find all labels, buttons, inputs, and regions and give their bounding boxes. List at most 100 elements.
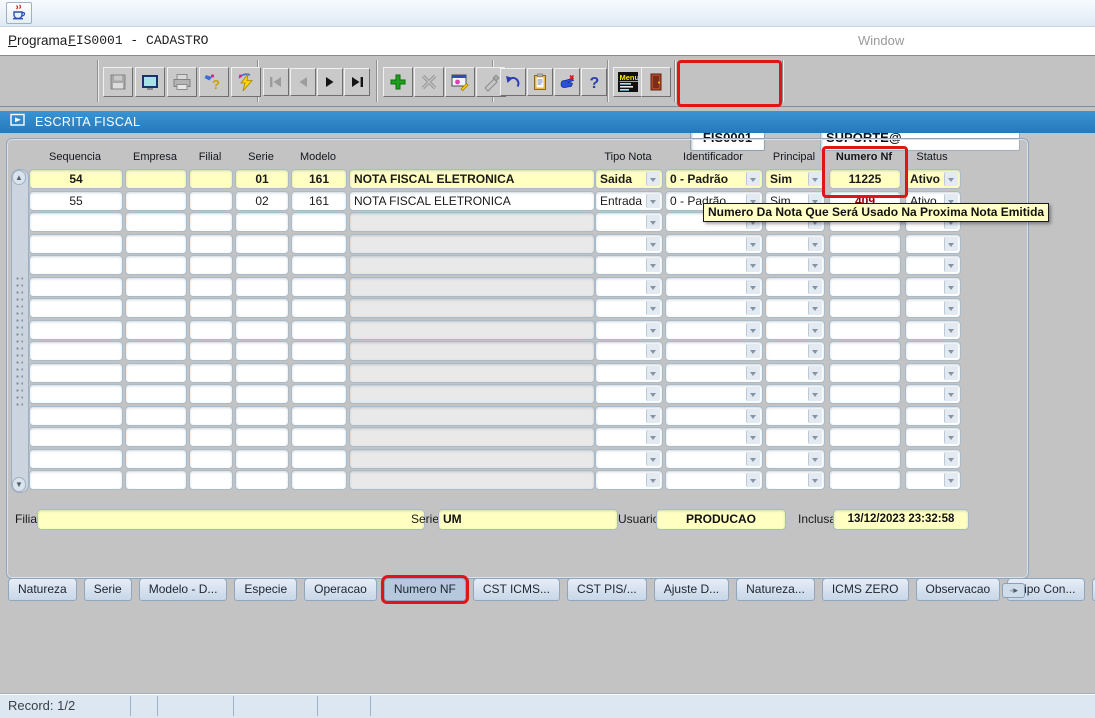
cell-empresa[interactable]	[125, 212, 187, 232]
cell-modelo[interactable]	[291, 212, 347, 232]
cell-identificador[interactable]	[665, 363, 763, 383]
cell-identificador[interactable]	[665, 384, 763, 404]
cell-principal[interactable]	[765, 363, 825, 383]
cell-tipo-nota[interactable]: Entrada	[595, 191, 663, 211]
cell-principal[interactable]	[765, 277, 825, 297]
scroll-up-button[interactable]: ▲	[12, 170, 26, 185]
java-icon-button[interactable]	[6, 2, 32, 24]
cell-principal[interactable]	[765, 384, 825, 404]
cell-descricao[interactable]	[349, 212, 595, 232]
cell-identificador[interactable]	[665, 341, 763, 361]
cell-serie[interactable]	[235, 320, 289, 340]
cell-modelo[interactable]: 161	[291, 191, 347, 211]
insert-record-button[interactable]	[383, 67, 413, 97]
cell-descricao[interactable]	[349, 470, 595, 490]
tab-icms-zero[interactable]: ICMS ZERO	[822, 578, 909, 601]
cell-serie[interactable]	[235, 212, 289, 232]
cell-identificador[interactable]	[665, 470, 763, 490]
cell-sequencia[interactable]	[29, 384, 123, 404]
cell-principal[interactable]	[765, 320, 825, 340]
cell-status[interactable]	[905, 277, 961, 297]
cell-filial[interactable]	[189, 320, 233, 340]
cell-status[interactable]	[905, 449, 961, 469]
cell-tipo-nota[interactable]	[595, 320, 663, 340]
tab-natureza[interactable]: Natureza	[8, 578, 77, 601]
cell-empresa[interactable]	[125, 363, 187, 383]
exit-button[interactable]	[641, 67, 671, 97]
cell-tipo-nota[interactable]	[595, 341, 663, 361]
cell-empresa[interactable]	[125, 277, 187, 297]
cell-descricao[interactable]	[349, 406, 595, 426]
cell-numero-nf[interactable]	[829, 427, 901, 447]
cell-filial[interactable]	[189, 255, 233, 275]
cell-numero-nf[interactable]	[829, 277, 901, 297]
cell-tipo-nota[interactable]	[595, 449, 663, 469]
cell-descricao[interactable]	[349, 320, 595, 340]
cell-tipo-nota[interactable]	[595, 470, 663, 490]
cell-descricao[interactable]	[349, 255, 595, 275]
cell-status[interactable]	[905, 363, 961, 383]
delete-record-button[interactable]	[414, 67, 444, 97]
usuario-field[interactable]: PRODUCAO	[656, 509, 786, 530]
cell-tipo-nota[interactable]	[595, 384, 663, 404]
cell-modelo[interactable]	[291, 427, 347, 447]
cell-numero-nf[interactable]	[829, 470, 901, 490]
cell-status[interactable]	[905, 320, 961, 340]
cell-empresa[interactable]	[125, 449, 187, 469]
cell-modelo[interactable]	[291, 406, 347, 426]
cell-filial[interactable]	[189, 212, 233, 232]
filial-field[interactable]	[37, 509, 425, 530]
cell-descricao[interactable]	[349, 341, 595, 361]
cell-descricao[interactable]	[349, 234, 595, 254]
cell-sequencia[interactable]: 55	[29, 191, 123, 211]
cell-descricao[interactable]	[349, 298, 595, 318]
cell-sequencia[interactable]	[29, 212, 123, 232]
cell-serie[interactable]	[235, 427, 289, 447]
cell-filial[interactable]	[189, 470, 233, 490]
cell-sequencia[interactable]	[29, 320, 123, 340]
cell-modelo[interactable]	[291, 341, 347, 361]
cell-principal[interactable]	[765, 234, 825, 254]
cell-sequencia[interactable]	[29, 234, 123, 254]
cell-sequencia[interactable]	[29, 363, 123, 383]
cell-numero-nf[interactable]	[829, 341, 901, 361]
cell-identificador[interactable]	[665, 277, 763, 297]
cell-descricao[interactable]: NOTA FISCAL ELETRONICA	[349, 169, 595, 189]
cell-tipo-nota[interactable]	[595, 363, 663, 383]
cell-numero-nf[interactable]	[829, 406, 901, 426]
cell-modelo[interactable]	[291, 234, 347, 254]
clipboard-button[interactable]	[527, 68, 553, 96]
cell-empresa[interactable]	[125, 191, 187, 211]
cell-status[interactable]	[905, 384, 961, 404]
menu-button[interactable]: Menu	[613, 67, 643, 97]
cell-modelo[interactable]	[291, 320, 347, 340]
cell-sequencia[interactable]: 54	[29, 169, 123, 189]
cell-filial[interactable]	[189, 277, 233, 297]
cell-serie[interactable]	[235, 470, 289, 490]
tab-modelo-d[interactable]: Modelo - D...	[139, 578, 228, 601]
cell-filial[interactable]	[189, 384, 233, 404]
cell-sequencia[interactable]	[29, 470, 123, 490]
cell-status[interactable]: Ativo	[905, 169, 961, 189]
cell-modelo[interactable]	[291, 470, 347, 490]
cell-identificador[interactable]	[665, 449, 763, 469]
cell-filial[interactable]	[189, 298, 233, 318]
cell-numero-nf[interactable]	[829, 363, 901, 383]
cell-modelo[interactable]	[291, 255, 347, 275]
cell-descricao[interactable]	[349, 277, 595, 297]
cell-empresa[interactable]	[125, 298, 187, 318]
cell-descricao[interactable]: NOTA FISCAL ELETRONICA	[349, 191, 595, 211]
cell-tipo-nota[interactable]	[595, 427, 663, 447]
cell-empresa[interactable]	[125, 341, 187, 361]
cell-descricao[interactable]	[349, 384, 595, 404]
cell-status[interactable]	[905, 470, 961, 490]
undo-button[interactable]	[500, 68, 526, 96]
cell-status[interactable]	[905, 341, 961, 361]
cell-modelo[interactable]	[291, 298, 347, 318]
cell-serie[interactable]	[235, 234, 289, 254]
cell-identificador[interactable]	[665, 255, 763, 275]
cell-empresa[interactable]	[125, 470, 187, 490]
cell-filial[interactable]	[189, 363, 233, 383]
confirm-button[interactable]	[554, 68, 580, 96]
print-button[interactable]	[167, 67, 197, 97]
